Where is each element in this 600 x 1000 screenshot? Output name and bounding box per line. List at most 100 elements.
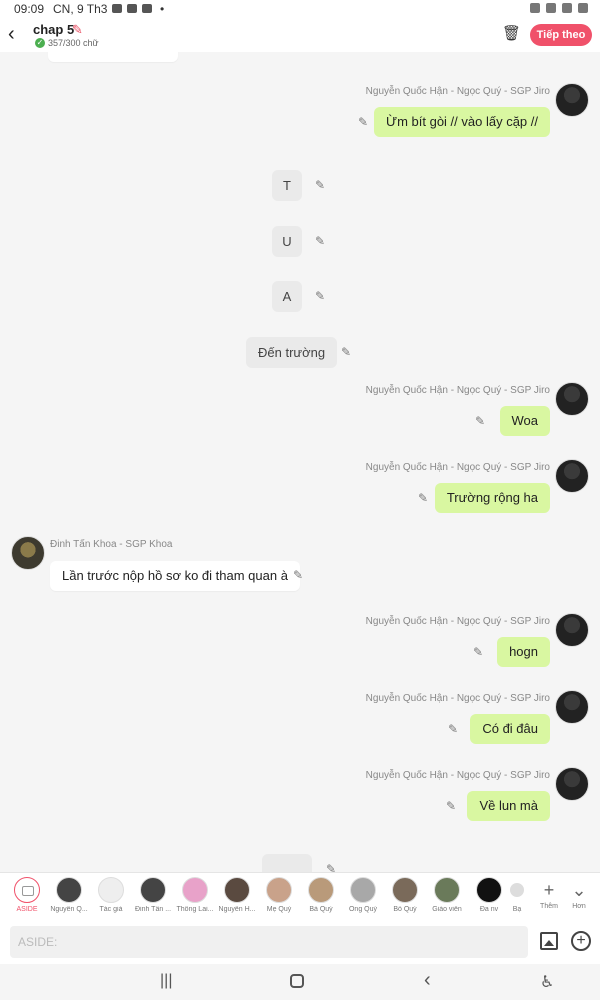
narration-bubble[interactable]: U bbox=[272, 226, 302, 257]
status-date: CN, 9 Th3 bbox=[53, 2, 108, 16]
character-label: Tác giả bbox=[99, 906, 123, 913]
pencil-icon[interactable]: ✎ bbox=[475, 414, 485, 428]
character-item[interactable]: Thông Lai... bbox=[175, 877, 215, 913]
pencil-icon[interactable]: ✎ bbox=[293, 568, 303, 582]
message-bubble[interactable]: Trường rộng ha bbox=[434, 483, 550, 513]
character-item[interactable]: Nguyễn H... bbox=[217, 877, 257, 913]
avatar[interactable] bbox=[11, 536, 45, 570]
narration-bubble[interactable]: A bbox=[272, 281, 302, 312]
character-label: Nguyễn Q... bbox=[50, 906, 88, 913]
character-bar: ASIDE Nguyễn Q... Tác giả Đinh Tấn ... T… bbox=[0, 872, 600, 920]
gallery-icon bbox=[112, 4, 122, 13]
pencil-icon[interactable]: ✎ bbox=[315, 178, 325, 192]
messenger-icon bbox=[127, 4, 137, 13]
message-bubble[interactable]: Ừm bít gòi // vào lấy cặp // bbox=[373, 107, 550, 137]
character-item[interactable]: Mẹ Quý bbox=[259, 877, 299, 913]
message-bubble[interactable]: Woa bbox=[499, 406, 550, 436]
sender-name: Nguyễn Quốc Hận - Ngọc Quý - SGP Jiro bbox=[365, 693, 550, 704]
more-button[interactable]: ⌄ Hơn bbox=[564, 877, 594, 910]
back-nav-icon[interactable]: ‹ bbox=[424, 969, 431, 992]
character-avatar bbox=[392, 877, 418, 903]
sender-name: Nguyễn Quốc Hận - Ngọc Quý - SGP Jiro bbox=[365, 770, 550, 781]
message-bubble[interactable]: Lần trước nộp hồ sơ ko đi tham quan à bbox=[50, 561, 300, 591]
image-icon[interactable] bbox=[540, 932, 558, 950]
next-button[interactable]: Tiếp theo bbox=[530, 24, 592, 46]
pencil-icon[interactable]: ✎ bbox=[448, 722, 458, 736]
narration-bubble[interactable]: Đến trường bbox=[246, 337, 338, 368]
character-avatar bbox=[56, 877, 82, 903]
pencil-icon[interactable]: ✎ bbox=[358, 115, 368, 129]
character-item[interactable]: Bố Quý bbox=[385, 877, 425, 913]
sender-name: Nguyễn Quốc Hận - Ngọc Quý - SGP Jiro bbox=[365, 385, 550, 396]
avatar[interactable] bbox=[555, 767, 589, 801]
system-icons bbox=[530, 3, 588, 13]
status-dot: • bbox=[160, 2, 165, 16]
character-aside[interactable]: ASIDE bbox=[7, 877, 47, 913]
add-character-button[interactable]: + Thêm bbox=[534, 877, 564, 910]
message-bubble[interactable]: hogn bbox=[497, 637, 550, 667]
status-bar: 09:09 CN, 9 Th3 • bbox=[0, 0, 600, 18]
battery-icon bbox=[578, 3, 588, 13]
avatar[interactable] bbox=[555, 459, 589, 493]
edit-title-icon[interactable]: ✎ bbox=[72, 22, 83, 38]
character-avatar bbox=[476, 877, 502, 903]
message-input[interactable] bbox=[10, 926, 528, 958]
character-avatar bbox=[350, 877, 376, 903]
character-label: Bạ bbox=[512, 906, 522, 913]
partial-bubble[interactable] bbox=[262, 854, 312, 872]
message-bubble[interactable]: Về lun mà bbox=[467, 791, 550, 821]
pencil-icon[interactable]: ✎ bbox=[315, 234, 325, 248]
character-label: Bà Quý bbox=[309, 906, 333, 913]
character-item[interactable]: Bạ bbox=[505, 877, 529, 913]
sender-name: Nguyễn Quốc Hận - Ngọc Quý - SGP Jiro bbox=[365, 462, 550, 473]
more-label: Hơn bbox=[572, 903, 586, 910]
partial-bubble[interactable] bbox=[48, 52, 178, 62]
home-icon[interactable] bbox=[290, 974, 304, 988]
avatar[interactable] bbox=[555, 83, 589, 117]
character-avatar bbox=[434, 877, 460, 903]
avatar[interactable] bbox=[555, 613, 589, 647]
status-time: 09:09 bbox=[14, 2, 45, 16]
mute-icon bbox=[530, 3, 540, 13]
pencil-icon[interactable]: ✎ bbox=[418, 491, 428, 505]
pencil-icon[interactable]: ✎ bbox=[326, 862, 336, 872]
notification-icons bbox=[112, 4, 152, 13]
character-item[interactable]: Đinh Tấn ... bbox=[133, 877, 173, 913]
pencil-icon[interactable]: ✎ bbox=[446, 799, 456, 813]
character-label: ASIDE bbox=[16, 906, 38, 913]
character-label: Đa nv bbox=[479, 906, 499, 913]
character-label: Bố Quý bbox=[393, 906, 417, 913]
trash-icon[interactable]: 🗑 bbox=[502, 24, 521, 42]
character-avatar bbox=[510, 883, 524, 897]
character-label: Giáo viên bbox=[432, 906, 462, 913]
avatar[interactable] bbox=[555, 382, 589, 416]
narration-bubble[interactable]: T bbox=[272, 170, 302, 201]
pencil-icon[interactable]: ✎ bbox=[473, 645, 483, 659]
character-item[interactable]: Giáo viên bbox=[427, 877, 467, 913]
character-avatar bbox=[140, 877, 166, 903]
chat-area[interactable]: Nguyễn Quốc Hận - Ngọc Quý - SGP Jiro ✎ … bbox=[0, 52, 600, 872]
pencil-icon[interactable]: ✎ bbox=[315, 289, 325, 303]
back-icon[interactable]: ‹ bbox=[8, 24, 26, 44]
accessibility-icon[interactable]: ♿ bbox=[540, 972, 554, 992]
sender-name: Nguyễn Quốc Hận - Ngọc Quý - SGP Jiro bbox=[365, 616, 550, 627]
character-item[interactable]: Tác giả bbox=[91, 877, 131, 913]
character-avatar bbox=[98, 877, 124, 903]
character-item[interactable]: Bà Quý bbox=[301, 877, 341, 913]
check-icon: ✓ bbox=[35, 38, 45, 48]
message-bubble[interactable]: Có đi đâu bbox=[470, 714, 550, 744]
character-avatar bbox=[182, 877, 208, 903]
character-avatar bbox=[308, 877, 334, 903]
character-label: Đinh Tấn ... bbox=[134, 906, 172, 913]
character-item[interactable]: Ông Quý bbox=[343, 877, 383, 913]
sender-name: Nguyễn Quốc Hận - Ngọc Quý - SGP Jiro bbox=[365, 86, 550, 97]
character-item[interactable]: Đa nv bbox=[469, 877, 509, 913]
recent-apps-icon[interactable]: ||| bbox=[160, 972, 172, 990]
plus-circle-icon[interactable]: + bbox=[571, 931, 591, 951]
word-count-text: 357/300 chữ bbox=[48, 38, 99, 48]
pencil-icon[interactable]: ✎ bbox=[341, 345, 351, 359]
system-nav-bar: ||| ‹ ♿ bbox=[0, 964, 600, 1000]
wifi-icon bbox=[546, 3, 556, 13]
character-item[interactable]: Nguyễn Q... bbox=[49, 877, 89, 913]
avatar[interactable] bbox=[555, 690, 589, 724]
